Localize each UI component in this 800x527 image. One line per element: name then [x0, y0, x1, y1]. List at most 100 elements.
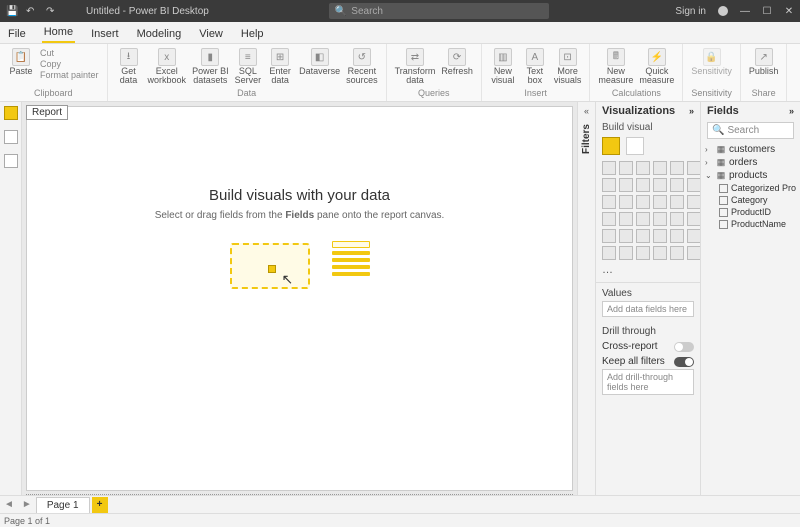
visual-type-33[interactable] [653, 246, 667, 260]
field-Category[interactable]: Category [719, 194, 796, 206]
visual-type-4[interactable] [670, 161, 684, 175]
sensitivity-button[interactable]: 🔒Sensitivity [689, 46, 734, 78]
checkbox[interactable] [719, 184, 728, 193]
visual-type-34[interactable] [670, 246, 684, 260]
visual-type-31[interactable] [619, 246, 633, 260]
visual-type-13[interactable] [619, 195, 633, 209]
visual-type-20[interactable] [636, 212, 650, 226]
visual-type-28[interactable] [670, 229, 684, 243]
checkbox[interactable] [719, 208, 728, 217]
tab-file[interactable]: File [6, 25, 28, 43]
close-button[interactable]: ✕ [784, 6, 794, 17]
visual-type-30[interactable] [602, 246, 616, 260]
fields-search[interactable]: 🔍Search [707, 122, 794, 139]
format-painter-button[interactable]: Format painter [40, 70, 99, 80]
visual-type-12[interactable] [602, 195, 616, 209]
sql-server-button[interactable]: ≡SQL Server [233, 46, 264, 87]
visual-type-16[interactable] [670, 195, 684, 209]
more-visuals-ellipsis[interactable]: … [596, 264, 700, 283]
report-view-button[interactable] [4, 106, 18, 120]
data-view-button[interactable] [4, 130, 18, 144]
page-tab[interactable]: Page 1 [36, 497, 90, 513]
save-icon[interactable]: 💾 [6, 6, 16, 16]
values-dropzone[interactable]: Add data fields here [602, 301, 694, 317]
redo-icon[interactable]: ↷ [46, 6, 56, 16]
table-customers[interactable]: ›▦customers [705, 143, 796, 156]
chevron-right-icon[interactable]: » [689, 106, 694, 116]
visual-type-3[interactable] [653, 161, 667, 175]
undo-icon[interactable]: ↶ [26, 6, 36, 16]
visual-type-27[interactable] [653, 229, 667, 243]
pbi-datasets-button[interactable]: ▮Power BI datasets [190, 46, 231, 87]
signin-link[interactable]: Sign in [675, 6, 706, 17]
visual-type-11[interactable] [687, 178, 701, 192]
visual-type-2[interactable] [636, 161, 650, 175]
model-view-button[interactable] [4, 154, 18, 168]
visual-type-19[interactable] [619, 212, 633, 226]
tab-view[interactable]: View [197, 25, 225, 43]
checkbox[interactable] [719, 220, 728, 229]
table-orders[interactable]: ›▦orders [705, 156, 796, 169]
visual-type-17[interactable] [687, 195, 701, 209]
global-search[interactable]: 🔍 Search [329, 3, 549, 19]
minimize-button[interactable]: — [740, 6, 750, 17]
get-data-button[interactable]: ⭳Get data [114, 46, 144, 87]
drillthrough-dropzone[interactable]: Add drill-through fields here [602, 369, 694, 395]
visual-type-5[interactable] [687, 161, 701, 175]
visual-type-15[interactable] [653, 195, 667, 209]
tab-modeling[interactable]: Modeling [135, 25, 184, 43]
visual-type-1[interactable] [619, 161, 633, 175]
visual-type-35[interactable] [687, 246, 701, 260]
visual-type-32[interactable] [636, 246, 650, 260]
prev-page-button[interactable]: ◄ [0, 499, 18, 510]
cut-button[interactable]: Cut [40, 48, 99, 58]
keep-filters-toggle[interactable] [674, 357, 694, 367]
maximize-button[interactable]: ☐ [762, 6, 772, 17]
visual-type-9[interactable] [653, 178, 667, 192]
chevron-right-icon[interactable]: » [789, 106, 794, 116]
tab-help[interactable]: Help [239, 25, 266, 43]
visual-type-7[interactable] [619, 178, 633, 192]
more-visuals-button[interactable]: ⊡More visuals [552, 46, 584, 87]
tab-home[interactable]: Home [42, 23, 75, 43]
visual-type-6[interactable] [602, 178, 616, 192]
visual-type-18[interactable] [602, 212, 616, 226]
new-visual-button[interactable]: ▥New visual [488, 46, 518, 87]
next-page-button[interactable]: ► [18, 499, 36, 510]
publish-button[interactable]: ↗Publish [747, 46, 781, 78]
field-ProductID[interactable]: ProductID [719, 206, 796, 218]
visual-type-26[interactable] [636, 229, 650, 243]
visual-type-24[interactable] [602, 229, 616, 243]
visual-type-23[interactable] [687, 212, 701, 226]
transform-data-button[interactable]: ⇄Transform data [393, 46, 438, 87]
quick-measure-button[interactable]: ⚡Quick measure [637, 46, 676, 87]
text-box-button[interactable]: AText box [520, 46, 550, 87]
checkbox[interactable] [719, 196, 728, 205]
field-ProductName[interactable]: ProductName [719, 218, 796, 230]
visual-type-22[interactable] [670, 212, 684, 226]
paste-button[interactable]: 📋Paste [6, 46, 36, 82]
copy-button[interactable]: Copy [40, 59, 99, 69]
build-visual-mode[interactable] [602, 137, 620, 155]
refresh-button[interactable]: ⟳Refresh [439, 46, 475, 87]
add-page-button[interactable]: + [92, 497, 108, 513]
visual-type-10[interactable] [670, 178, 684, 192]
visual-type-29[interactable] [687, 229, 701, 243]
visual-type-0[interactable] [602, 161, 616, 175]
dataverse-button[interactable]: ◧Dataverse [297, 46, 342, 87]
enter-data-button[interactable]: ⊞Enter data [265, 46, 295, 87]
visual-type-25[interactable] [619, 229, 633, 243]
field-Categorized Pro…[interactable]: Categorized Pro… [719, 182, 796, 194]
visual-type-14[interactable] [636, 195, 650, 209]
format-visual-mode[interactable] [626, 137, 644, 155]
excel-button[interactable]: xExcel workbook [146, 46, 189, 87]
report-canvas[interactable]: Build visuals with your data Select or d… [26, 106, 573, 491]
avatar[interactable] [718, 6, 728, 16]
filters-pane-collapsed[interactable]: « Filters [577, 102, 595, 495]
table-products[interactable]: ⌄▦products [705, 169, 796, 182]
new-measure-button[interactable]: 🖩New measure [596, 46, 635, 87]
cross-report-toggle[interactable] [674, 342, 694, 352]
visual-type-21[interactable] [653, 212, 667, 226]
tab-insert[interactable]: Insert [89, 25, 121, 43]
recent-sources-button[interactable]: ↺Recent sources [344, 46, 380, 87]
